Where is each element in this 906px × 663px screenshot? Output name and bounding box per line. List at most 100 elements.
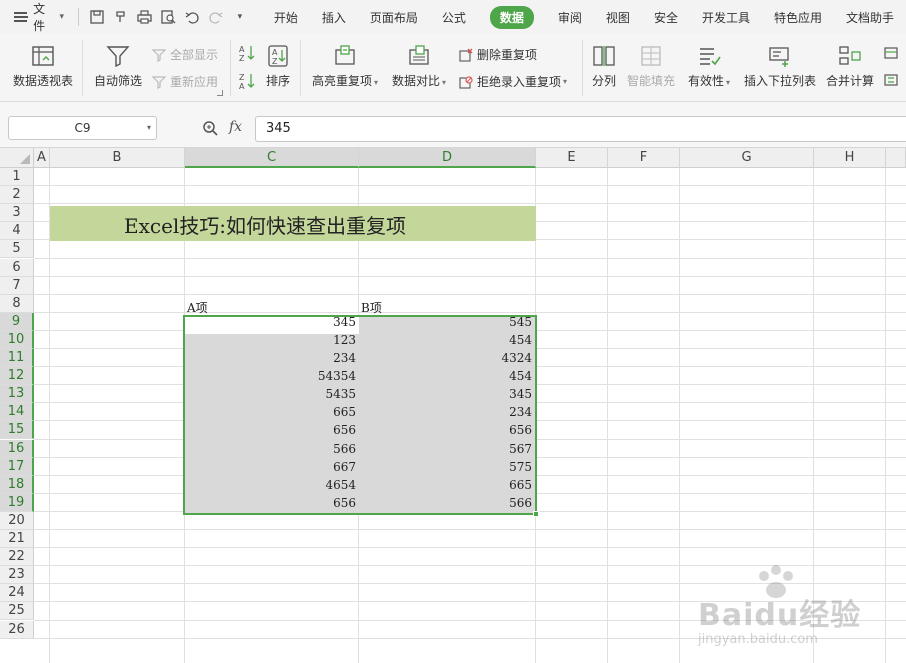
row-header[interactable]: 2	[0, 186, 34, 205]
tab-review[interactable]: 审阅	[546, 0, 594, 34]
tab-home[interactable]: 开始	[262, 0, 310, 34]
column-header-c[interactable]: C	[185, 148, 359, 168]
row-header[interactable]: 13	[0, 385, 34, 404]
row-header[interactable]: 14	[0, 403, 34, 422]
svg-text:A: A	[272, 48, 278, 57]
row-header[interactable]: 15	[0, 421, 34, 440]
row-header[interactable]: 26	[0, 620, 34, 639]
spreadsheet-grid[interactable]: A B C D E F G H 1 2 3 4 5 6 7 8 9 10 11 12 13 14 15 16 1…	[0, 148, 906, 663]
row-header[interactable]: 9	[0, 312, 34, 331]
tab-insert[interactable]: 插入	[310, 0, 358, 34]
consolidate-label: 合并计算	[825, 74, 874, 88]
row-header[interactable]: 23	[0, 566, 34, 585]
hamburger-icon	[14, 12, 29, 22]
data-compare-button[interactable]: 数据对比 ▾	[389, 44, 449, 89]
show-all-button[interactable]: 全部显示	[152, 46, 218, 63]
column-header-a[interactable]: A	[34, 148, 50, 168]
format-painter-button[interactable]	[109, 0, 133, 34]
watermark: Baidu经验 jingyan.baidu.com	[690, 565, 890, 658]
svg-text:Z: Z	[272, 57, 278, 66]
row-header[interactable]: 5	[0, 240, 34, 259]
file-menu[interactable]: 文件 ▾	[0, 0, 72, 34]
print-button[interactable]	[133, 0, 157, 34]
row-header[interactable]: 25	[0, 602, 34, 621]
svg-text:A: A	[239, 45, 245, 54]
name-box[interactable]: C9 ▾	[8, 116, 157, 140]
autofilter-button[interactable]: 自动筛选	[93, 44, 143, 89]
row-header[interactable]: 3	[0, 204, 34, 223]
tab-doc-assistant[interactable]: 文档助手	[834, 0, 906, 34]
consolidate-icon	[839, 46, 861, 65]
consolidate-button[interactable]: 合并计算	[825, 44, 875, 89]
tab-formulas[interactable]: 公式	[430, 0, 478, 34]
reject-duplicates-button[interactable]: 拒绝录入重复项 ▾	[459, 73, 567, 90]
tab-security[interactable]: 安全	[642, 0, 690, 34]
delete-duplicates-button[interactable]: 删除重复项	[459, 46, 537, 63]
validity-button[interactable]: 有效性 ▾	[686, 44, 732, 89]
row-header[interactable]: 4	[0, 222, 34, 241]
tab-label: 公式	[441, 10, 466, 25]
highlight-duplicates-button[interactable]: 高亮重复项 ▾	[309, 44, 381, 89]
column-header-partial[interactable]	[886, 148, 906, 168]
dialog-launcher-icon[interactable]	[217, 90, 223, 96]
formula-bar: C9 ▾ fx 345	[0, 102, 906, 148]
column-header-d[interactable]: D	[359, 148, 536, 168]
insert-dropdown-list-button[interactable]: 插入下拉列表	[743, 44, 817, 89]
sheet-title[interactable]: Excel技巧:如何快速查出重复项	[124, 210, 406, 239]
tab-page-layout[interactable]: 页面布局	[358, 0, 430, 34]
row-header[interactable]: 11	[0, 349, 34, 368]
row-header[interactable]: 1	[0, 168, 34, 187]
gridline	[679, 168, 680, 663]
row-header[interactable]: 6	[0, 258, 34, 277]
chevron-down-icon: ▾	[237, 12, 243, 22]
smart-fill-button[interactable]: 智能填充	[626, 44, 676, 89]
reapply-button[interactable]: 重新应用	[152, 73, 218, 90]
data-compare-label: 数据对比	[391, 74, 440, 88]
row-header[interactable]: 19	[0, 493, 34, 512]
row-header[interactable]: 21	[0, 530, 34, 549]
more-ribbon-icon	[884, 74, 898, 86]
row-header[interactable]: 8	[0, 294, 34, 313]
tab-special-apps[interactable]: 特色应用	[762, 0, 834, 34]
column-header-h[interactable]: H	[814, 148, 886, 168]
tab-data[interactable]: 数据	[478, 0, 546, 34]
row-header[interactable]: 18	[0, 475, 34, 494]
split-column-button[interactable]: 分列	[590, 44, 618, 89]
customize-quick-access-button[interactable]: ▾	[228, 0, 252, 34]
chevron-down-icon[interactable]: ▾	[147, 117, 151, 139]
column-header-g[interactable]: G	[680, 148, 814, 168]
row-header[interactable]: 10	[0, 330, 34, 349]
pivot-table-button[interactable]: 数据透视表	[12, 44, 74, 89]
sort-ascending-button[interactable]: AZ	[239, 44, 255, 62]
more-ribbon-button[interactable]	[884, 46, 902, 60]
column-header-f[interactable]: F	[608, 148, 680, 168]
print-preview-button[interactable]	[157, 0, 181, 34]
undo-button[interactable]	[180, 0, 204, 34]
row-header[interactable]: 16	[0, 439, 34, 458]
redo-button[interactable]	[204, 0, 228, 34]
tab-view[interactable]: 视图	[594, 0, 642, 34]
select-all-button[interactable]	[0, 148, 34, 168]
sort-button[interactable]: AZ 排序	[264, 44, 292, 89]
gridline	[607, 168, 608, 663]
row-header[interactable]: 24	[0, 584, 34, 603]
zoom-icon[interactable]	[202, 120, 218, 136]
fill-handle[interactable]	[533, 511, 539, 517]
gridline	[34, 185, 906, 187]
tab-developer[interactable]: 开发工具	[690, 0, 762, 34]
dropdown-list-icon	[769, 47, 789, 67]
chevron-down-icon: ▾	[726, 78, 731, 87]
row-header[interactable]: 17	[0, 457, 34, 476]
formula-input[interactable]: 345	[255, 116, 906, 142]
column-header-b[interactable]: B	[50, 148, 185, 168]
sort-descending-button[interactable]: ZA	[239, 72, 255, 90]
row-header[interactable]: 12	[0, 367, 34, 386]
row-header[interactable]: 22	[0, 548, 34, 567]
save-button[interactable]	[85, 0, 109, 34]
row-header[interactable]: 20	[0, 511, 34, 530]
column-header-e[interactable]: E	[536, 148, 608, 168]
fx-icon[interactable]: fx	[229, 119, 242, 135]
watermark-text: Baidu经验	[698, 598, 862, 633]
row-header[interactable]: 7	[0, 276, 34, 295]
more-ribbon-button-2[interactable]	[884, 73, 902, 87]
